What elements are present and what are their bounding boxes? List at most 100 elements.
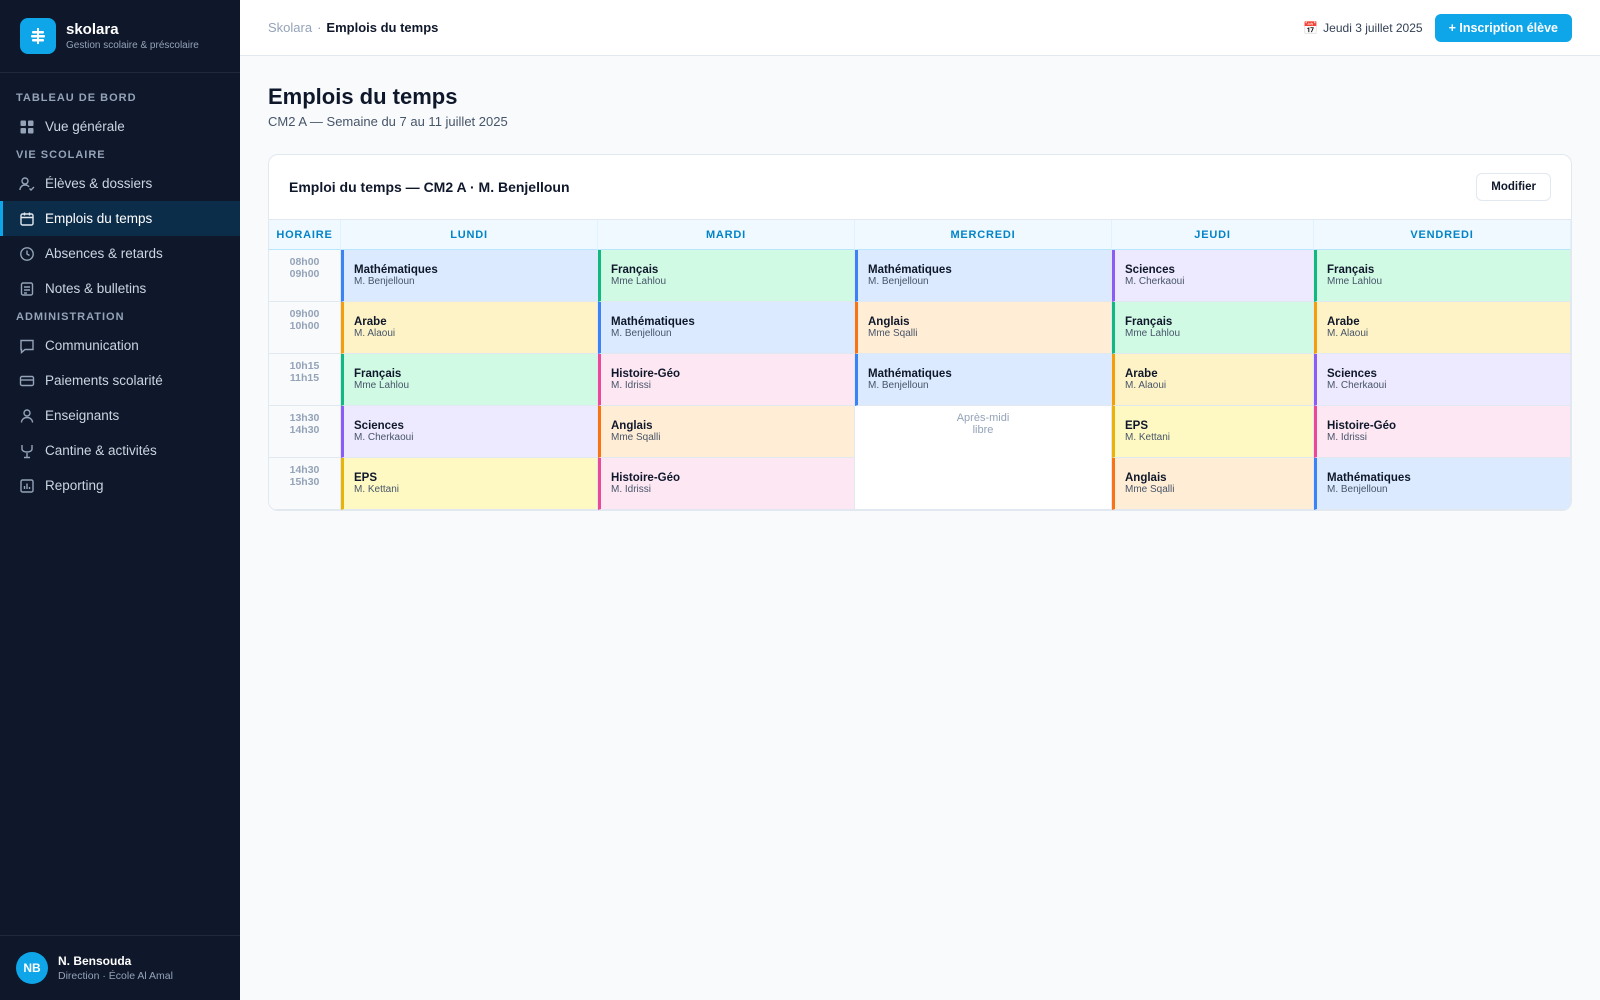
lesson-cell[interactable]: Sciences M. Cherkaoui (341, 406, 598, 458)
sidebar-item-reporting[interactable]: Reporting (0, 468, 240, 503)
breadcrumb-root[interactable]: Skolara (268, 20, 312, 35)
sidebar-item-cantine[interactable]: Cantine & activités (0, 433, 240, 468)
lesson-cell[interactable]: EPS M. Kettani (341, 458, 598, 510)
bar-chart-icon (20, 478, 34, 493)
lesson-teacher: Mme Sqalli (868, 328, 918, 339)
lesson-subject: EPS (354, 472, 378, 484)
user-profile[interactable]: NB N. Bensouda Direction · École Al Amal (0, 935, 240, 1000)
lesson-teacher: M. Benjelloun (354, 276, 415, 287)
time-start: 09h00 (289, 308, 320, 320)
sidebar-item-label: Cantine & activités (45, 443, 157, 458)
lesson-teacher: M. Benjelloun (868, 276, 929, 287)
lesson-subject: Sciences (1327, 368, 1377, 380)
time-start: 14h30 (289, 464, 320, 476)
sidebar-item-label: Vue générale (45, 119, 125, 134)
lesson-cell[interactable]: Mathématiques M. Benjelloun (341, 250, 598, 302)
lesson-cell[interactable]: Histoire-Géo M. Idrissi (598, 458, 855, 510)
sidebar-item-eleves[interactable]: Élèves & dossiers (0, 166, 240, 201)
time-end: 11h15 (289, 372, 320, 384)
current-date: 📅 Jeudi 3 juillet 2025 (1303, 21, 1422, 35)
column-header-jeudi: JEUDI (1112, 220, 1314, 250)
sidebar-item-vue-generale[interactable]: Vue générale (0, 109, 240, 144)
chat-icon (20, 339, 34, 354)
breadcrumb-current: Emplois du temps (326, 19, 439, 35)
credit-card-icon (19, 375, 35, 386)
lesson-subject: Français (611, 264, 659, 276)
lesson-teacher: Mme Lahlou (1125, 328, 1181, 339)
lesson-cell[interactable]: Mathématiques M. Benjelloun (855, 250, 1112, 302)
user-role: Direction · École Al Amal (58, 969, 173, 982)
lesson-subject: Français (1125, 316, 1173, 328)
lesson-teacher: Mme Lahlou (611, 276, 667, 287)
lesson-subject: Mathématiques (1327, 472, 1411, 484)
sidebar-item-label: Emplois du temps (45, 211, 153, 226)
lesson-cell[interactable]: Anglais Mme Sqalli (855, 302, 1112, 354)
time-slot: 10h15 11h15 (269, 354, 341, 406)
time-end: 09h00 (289, 268, 320, 280)
lesson-cell[interactable]: Histoire-Géo M. Idrissi (1314, 406, 1571, 458)
lesson-cell[interactable]: Français Mme Lahlou (341, 354, 598, 406)
sidebar-item-absences[interactable]: Absences & retards (0, 236, 240, 271)
sidebar-item-label: Reporting (45, 478, 104, 493)
avatar: NB (16, 952, 48, 984)
date-text: Jeudi 3 juillet 2025 (1323, 20, 1423, 35)
lesson-cell[interactable]: Anglais Mme Sqalli (1112, 458, 1314, 510)
lesson-cell[interactable]: Français Mme Lahlou (1314, 250, 1571, 302)
sidebar-item-paiements[interactable]: Paiements scolarité (0, 363, 240, 398)
column-header-mercredi: MERCREDI (855, 220, 1112, 250)
modifier-button[interactable]: Modifier (1476, 173, 1551, 201)
lesson-teacher: M. Benjelloun (868, 380, 929, 391)
lesson-subject: Mathématiques (868, 368, 952, 380)
time-end: 15h30 (289, 476, 320, 488)
user-check-icon (19, 176, 35, 191)
lesson-teacher: M. Cherkaoui (1327, 380, 1387, 391)
lesson-cell[interactable]: Mathématiques M. Benjelloun (1314, 458, 1571, 510)
lesson-cell[interactable]: Français Mme Lahlou (598, 250, 855, 302)
lesson-cell[interactable]: Sciences M. Cherkaoui (1112, 250, 1314, 302)
lesson-cell[interactable]: Anglais Mme Sqalli (598, 406, 855, 458)
lesson-teacher: M. Benjelloun (611, 328, 672, 339)
lesson-subject: Français (1327, 264, 1375, 276)
lesson-cell[interactable]: Sciences M. Cherkaoui (1314, 354, 1571, 406)
sidebar: skolara Gestion scolaire & préscolaire T… (0, 0, 240, 1000)
sidebar-item-enseignants[interactable]: Enseignants (0, 398, 240, 433)
user-icon (20, 408, 34, 423)
sidebar-nav: TABLEAU DE BORD Vue générale VIE SCOLAIR… (0, 73, 240, 503)
lesson-subject: Arabe (1125, 368, 1158, 380)
lesson-cell[interactable]: Mathématiques M. Benjelloun (855, 354, 1112, 406)
sidebar-item-notes[interactable]: Notes & bulletins (0, 271, 240, 306)
sidebar-item-label: Paiements scolarité (45, 373, 163, 388)
lesson-subject: Sciences (354, 420, 404, 432)
lesson-teacher: Mme Sqalli (1125, 484, 1175, 495)
time-end: 10h00 (289, 320, 320, 332)
grid-icon (20, 120, 34, 133)
lesson-teacher: Mme Lahlou (354, 380, 410, 391)
lesson-teacher: M. Kettani (354, 484, 400, 495)
sidebar-item-emplois-du-temps[interactable]: Emplois du temps (0, 201, 240, 236)
lesson-subject: Sciences (1125, 264, 1175, 276)
lesson-cell[interactable]: Mathématiques M. Benjelloun (598, 302, 855, 354)
lesson-cell[interactable]: EPS M. Kettani (1112, 406, 1314, 458)
column-header-horaire: HORAIRE (269, 220, 341, 250)
sidebar-item-communication[interactable]: Communication (0, 328, 240, 363)
lesson-cell[interactable]: Arabe M. Alaoui (1314, 302, 1571, 354)
calendar-icon (20, 212, 34, 226)
lesson-cell[interactable]: Arabe M. Alaoui (1112, 354, 1314, 406)
inscription-eleve-button[interactable]: + Inscription élève (1434, 13, 1572, 42)
lesson-cell[interactable]: Arabe M. Alaoui (341, 302, 598, 354)
time-start: 08h00 (289, 256, 320, 268)
brand-subtitle: Gestion scolaire & préscolaire (66, 39, 199, 51)
lesson-cell[interactable]: Histoire-Géo M. Idrissi (598, 354, 855, 406)
breadcrumb-separator: · (317, 19, 322, 35)
lesson-subject: Histoire-Géo (611, 368, 681, 380)
page-subtitle: CM2 A — Semaine du 7 au 11 juillet 2025 (268, 114, 508, 129)
time-slot: 08h00 09h00 (269, 250, 341, 302)
lesson-cell[interactable]: Français Mme Lahlou (1112, 302, 1314, 354)
sidebar-item-label: Notes & bulletins (45, 281, 147, 296)
brand-name: skolara (66, 20, 119, 38)
brand[interactable]: skolara Gestion scolaire & préscolaire (0, 0, 240, 73)
timetable-card: Emploi du temps — CM2 A · M. Benjelloun … (268, 154, 1572, 511)
sidebar-item-label: Élèves & dossiers (45, 176, 153, 191)
nav-section-vie-scolaire: VIE SCOLAIRE (16, 149, 106, 161)
lesson-teacher: Mme Lahlou (1327, 276, 1383, 287)
